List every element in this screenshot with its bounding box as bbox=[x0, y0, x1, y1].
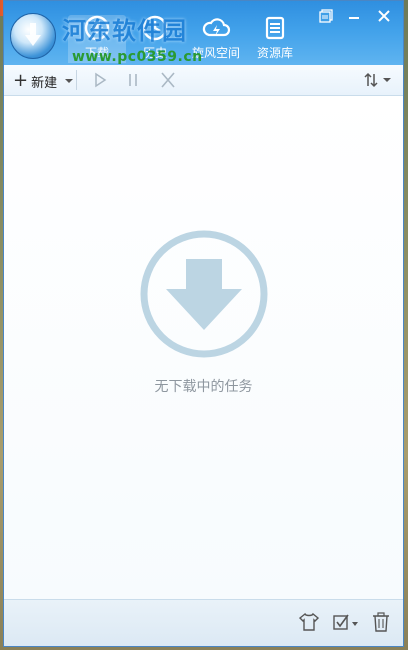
library-icon bbox=[265, 16, 285, 40]
close-button[interactable] bbox=[372, 5, 396, 27]
watermark-site-name: 河东软件园 bbox=[62, 17, 187, 45]
bottom-bar bbox=[4, 599, 403, 646]
sort-chevron-down-icon bbox=[383, 78, 391, 82]
minimize-icon bbox=[349, 17, 359, 19]
watermark-url: www.pc0359.cn bbox=[72, 49, 203, 65]
skin-button[interactable] bbox=[314, 5, 338, 27]
minimize-button[interactable] bbox=[342, 5, 366, 27]
close-icon bbox=[378, 10, 390, 22]
task-list-area: 无下载中的任务 bbox=[4, 96, 403, 600]
new-task-label: 新建 bbox=[31, 75, 58, 91]
play-icon[interactable] bbox=[90, 71, 110, 89]
sort-button[interactable] bbox=[363, 70, 391, 90]
chevron-down-icon[interactable] bbox=[65, 79, 74, 83]
tab-library-label: 资源库 bbox=[256, 46, 293, 60]
sort-icon bbox=[364, 72, 378, 88]
logo-arrow-icon bbox=[25, 23, 41, 46]
new-task-button[interactable]: + 新建 bbox=[8, 68, 80, 94]
skin-icon bbox=[319, 9, 333, 23]
plus-icon: + bbox=[13, 70, 29, 91]
delete-x-icon[interactable] bbox=[158, 71, 178, 89]
checkbox-icon[interactable] bbox=[332, 612, 362, 632]
cloud-icon bbox=[202, 18, 231, 37]
toolbar-divider bbox=[76, 70, 77, 90]
trash-icon[interactable] bbox=[370, 612, 392, 632]
download-arrow-circle-icon bbox=[140, 230, 268, 358]
shirt-icon[interactable] bbox=[298, 612, 320, 632]
toolbar: + 新建 bbox=[4, 65, 403, 96]
app-logo bbox=[10, 13, 56, 59]
pause-icon[interactable] bbox=[123, 71, 143, 89]
empty-state-message: 无下载中的任务 bbox=[154, 379, 253, 395]
app-window: 下载 历史 旋风空间 资源库 河东软件园 www.pc0359.cn + 新建 … bbox=[3, 0, 404, 647]
tab-library[interactable]: 资源库 bbox=[246, 15, 304, 63]
title-bar: 下载 历史 旋风空间 资源库 河东软件园 www.pc0359.cn bbox=[4, 1, 403, 65]
